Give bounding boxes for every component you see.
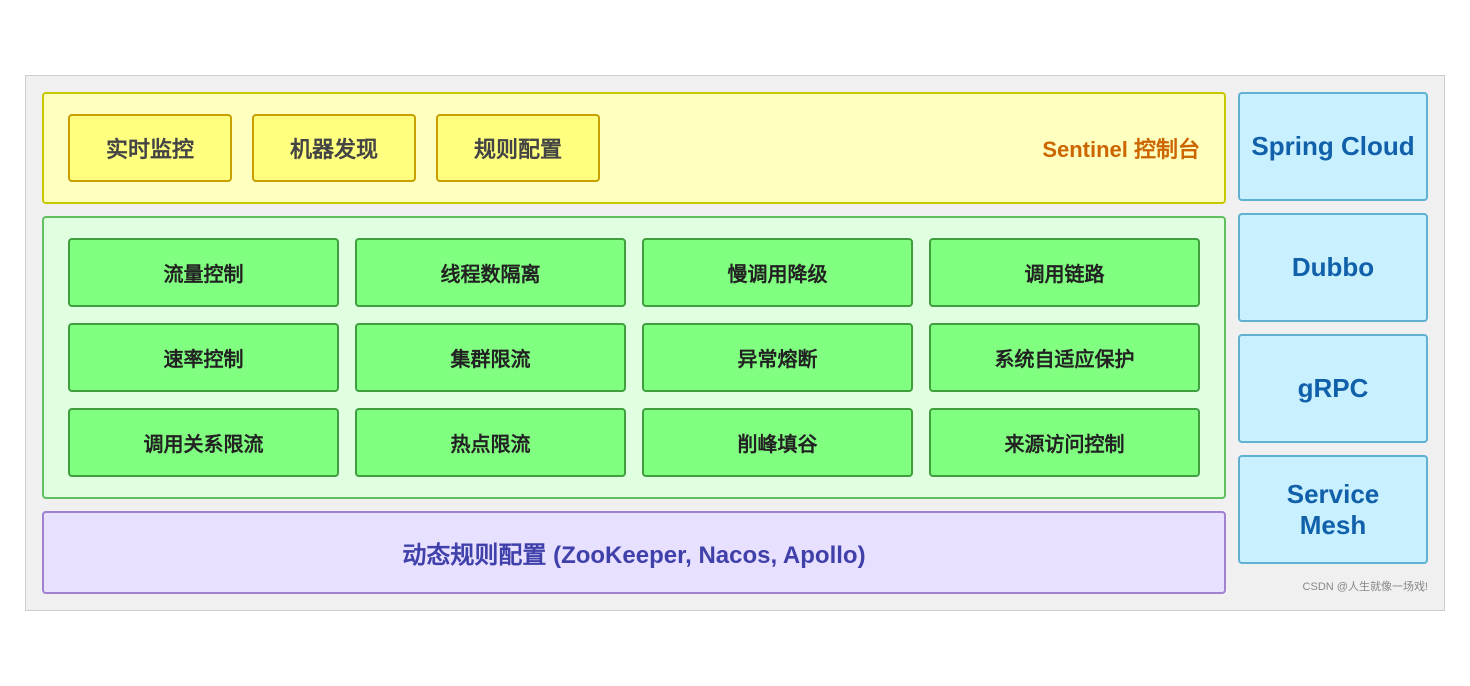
- sentinel-box-1: 实时监控: [68, 114, 232, 182]
- feature-box-r1c1: 流量控制: [68, 238, 339, 307]
- right-box-dubbo: Dubbo: [1238, 213, 1428, 322]
- sentinel-box-2: 机器发现: [252, 114, 416, 182]
- right-box-spring-cloud: Spring Cloud: [1238, 92, 1428, 201]
- feature-box-r2c4: 系统自适应保护: [929, 323, 1200, 392]
- feature-box-r2c2: 集群限流: [355, 323, 626, 392]
- right-panel: Spring Cloud Dubbo gRPC Service Mesh CSD…: [1238, 92, 1428, 594]
- feature-box-r1c3: 慢调用降级: [642, 238, 913, 307]
- feature-box-r1c4: 调用链路: [929, 238, 1200, 307]
- right-box-grpc: gRPC: [1238, 334, 1428, 443]
- feature-box-r3c4: 来源访问控制: [929, 408, 1200, 477]
- features-grid: 流量控制 线程数隔离 慢调用降级 调用链路 速率控制 集群限流 异常熔断 系统自…: [68, 238, 1200, 477]
- dynamic-section: 动态规则配置 (ZooKeeper, Nacos, Apollo): [42, 511, 1226, 594]
- feature-box-r2c3: 异常熔断: [642, 323, 913, 392]
- main-container: 实时监控 机器发现 规则配置 Sentinel 控制台 流量控制 线程数隔离 慢…: [25, 75, 1445, 611]
- left-panel: 实时监控 机器发现 规则配置 Sentinel 控制台 流量控制 线程数隔离 慢…: [42, 92, 1226, 594]
- sentinel-label: Sentinel 控制台: [1042, 132, 1200, 164]
- feature-box-r2c1: 速率控制: [68, 323, 339, 392]
- feature-box-r3c1: 调用关系限流: [68, 408, 339, 477]
- watermark: CSDN @人生就像一场戏!: [1238, 576, 1428, 594]
- feature-box-r1c2: 线程数隔离: [355, 238, 626, 307]
- feature-box-r3c2: 热点限流: [355, 408, 626, 477]
- feature-box-r3c3: 削峰填谷: [642, 408, 913, 477]
- sentinel-section: 实时监控 机器发现 规则配置 Sentinel 控制台: [42, 92, 1226, 204]
- right-box-service-mesh: Service Mesh: [1238, 455, 1428, 564]
- sentinel-boxes: 实时监控 机器发现 规则配置: [68, 114, 600, 182]
- features-section: 流量控制 线程数隔离 慢调用降级 调用链路 速率控制 集群限流 异常熔断 系统自…: [42, 216, 1226, 499]
- sentinel-box-3: 规则配置: [436, 114, 600, 182]
